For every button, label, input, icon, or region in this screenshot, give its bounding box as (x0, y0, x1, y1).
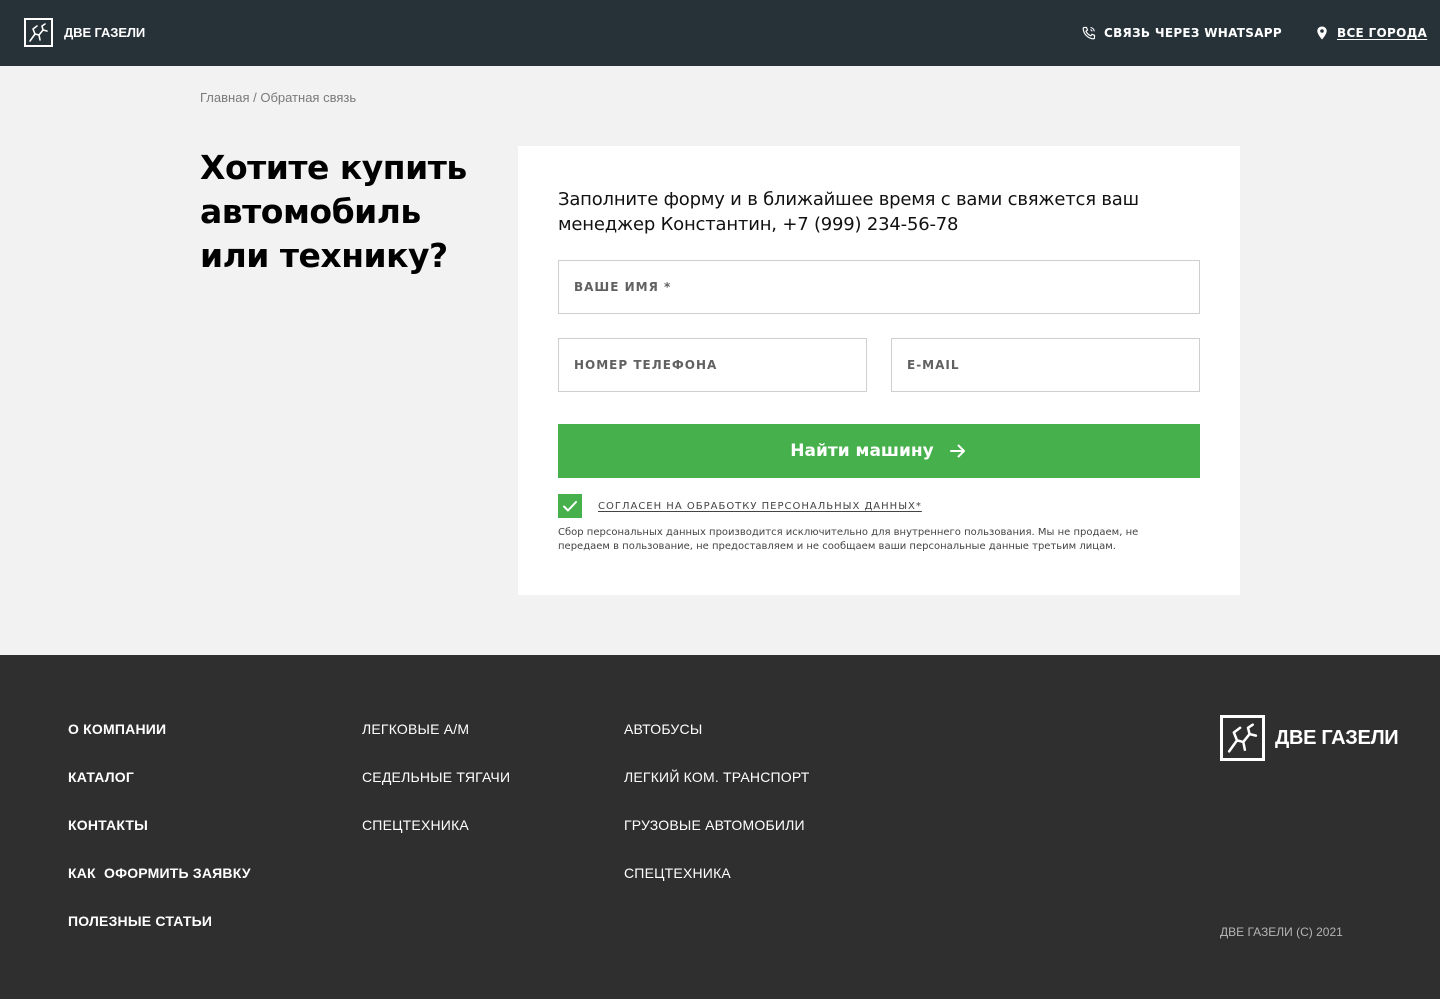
checkmark-icon (563, 501, 577, 512)
city-label: ВСЕ ГОРОДА (1337, 26, 1428, 40)
whatsapp-link[interactable]: СВЯЗЬ ЧЕРЕЗ WHATSAPP (1081, 24, 1282, 42)
footer-logo[interactable]: ДВЕ ГАЗЕЛИ (1220, 715, 1399, 761)
footer-col-catalog-2: АВТОБУСЫ ЛЕГКИЙ КОМ. ТРАНСПОРТ ГРУЗОВЫЕ … (624, 719, 810, 911)
footer-link-light-commercial[interactable]: ЛЕГКИЙ КОМ. ТРАНСПОРТ (624, 769, 810, 785)
footer-link-special-machinery[interactable]: СПЕЦТЕХНИКА (362, 817, 469, 833)
consent-label[interactable]: СОГЛАСЕН НА ОБРАБОТКУ ПЕРСОНАЛЬНЫХ ДАННЫ… (598, 501, 922, 512)
consent-row: СОГЛАСЕН НА ОБРАБОТКУ ПЕРСОНАЛЬНЫХ ДАННЫ… (558, 494, 922, 518)
footer-link-cars[interactable]: ЛЕГКОВЫЕ А/М (362, 721, 469, 737)
email-input[interactable] (892, 339, 1199, 391)
page-title: Хотите купить автомобиль или технику? (200, 148, 467, 275)
phone-input[interactable] (559, 339, 866, 391)
gazelle-logo-icon (24, 18, 53, 47)
city-selector[interactable]: ВСЕ ГОРОДА (1314, 24, 1427, 42)
form-intro-text: Заполните форму и в ближайшее время с ва… (558, 189, 1139, 235)
arrow-right-icon (949, 444, 965, 458)
breadcrumb: Главная / Обратная связь (200, 90, 356, 105)
phone-call-icon (1082, 26, 1096, 40)
gazelle-logo-icon (1220, 715, 1265, 761)
breadcrumb-separator: / (249, 90, 261, 105)
footer-link-articles[interactable]: ПОЛЕЗНЫЕ СТАТЬИ (68, 913, 212, 929)
location-pin-icon (1317, 26, 1327, 40)
breadcrumb-current: Обратная связь (260, 90, 357, 105)
phone-field (558, 338, 867, 392)
footer-link-buses[interactable]: АВТОБУСЫ (624, 721, 702, 737)
header-logo[interactable]: ДВЕ ГАЗЕЛИ (24, 16, 145, 49)
whatsapp-label: СВЯЗЬ ЧЕРЕЗ WHATSAPP (1104, 26, 1282, 40)
find-car-button[interactable]: Найти машину (558, 424, 1200, 478)
footer-link-how-to-order[interactable]: КАК ОФОРМИТЬ ЗАЯВКУ (68, 865, 251, 881)
footer-link-catalog[interactable]: КАТАЛОГ (68, 769, 134, 785)
footer-logo-text: ДВЕ ГАЗЕЛИ (1275, 726, 1399, 749)
email-field (891, 338, 1200, 392)
site-header: ДВЕ ГАЗЕЛИ СВЯЗЬ ЧЕРЕЗ WHATSAPP ВСЕ ГОРО… (0, 0, 1440, 66)
find-car-button-label: Найти машину (790, 441, 934, 461)
name-input[interactable] (559, 261, 1199, 313)
footer-col-catalog-1: ЛЕГКОВЫЕ А/М СЕДЕЛЬНЫЕ ТЯГАЧИ СПЕЦТЕХНИК… (362, 719, 510, 863)
site-footer: О КОМПАНИИ КАТАЛОГ КОНТАКТЫ КАК ОФОРМИТЬ… (0, 655, 1440, 999)
contact-form-card: Заполните форму и в ближайшее время с ва… (518, 146, 1240, 595)
copyright: ДВЕ ГАЗЕЛИ (С) 2021 (1220, 925, 1343, 939)
name-field (558, 260, 1200, 314)
footer-link-contacts[interactable]: КОНТАКТЫ (68, 817, 148, 833)
footer-col-company: О КОМПАНИИ КАТАЛОГ КОНТАКТЫ КАК ОФОРМИТЬ… (68, 719, 251, 959)
header-logo-text: ДВЕ ГАЗЕЛИ (64, 25, 146, 40)
breadcrumb-home[interactable]: Главная (200, 90, 249, 105)
footer-link-tractor-units[interactable]: СЕДЕЛЬНЫЕ ТЯГАЧИ (362, 769, 510, 785)
footer-link-special-machinery-2[interactable]: СПЕЦТЕХНИКА (624, 865, 731, 881)
privacy-note: Сбор персональных данных производится ис… (558, 527, 1139, 552)
footer-link-trucks[interactable]: ГРУЗОВЫЕ АВТОМОБИЛИ (624, 817, 805, 833)
footer-link-about[interactable]: О КОМПАНИИ (68, 721, 166, 737)
consent-checkbox[interactable] (558, 494, 582, 518)
